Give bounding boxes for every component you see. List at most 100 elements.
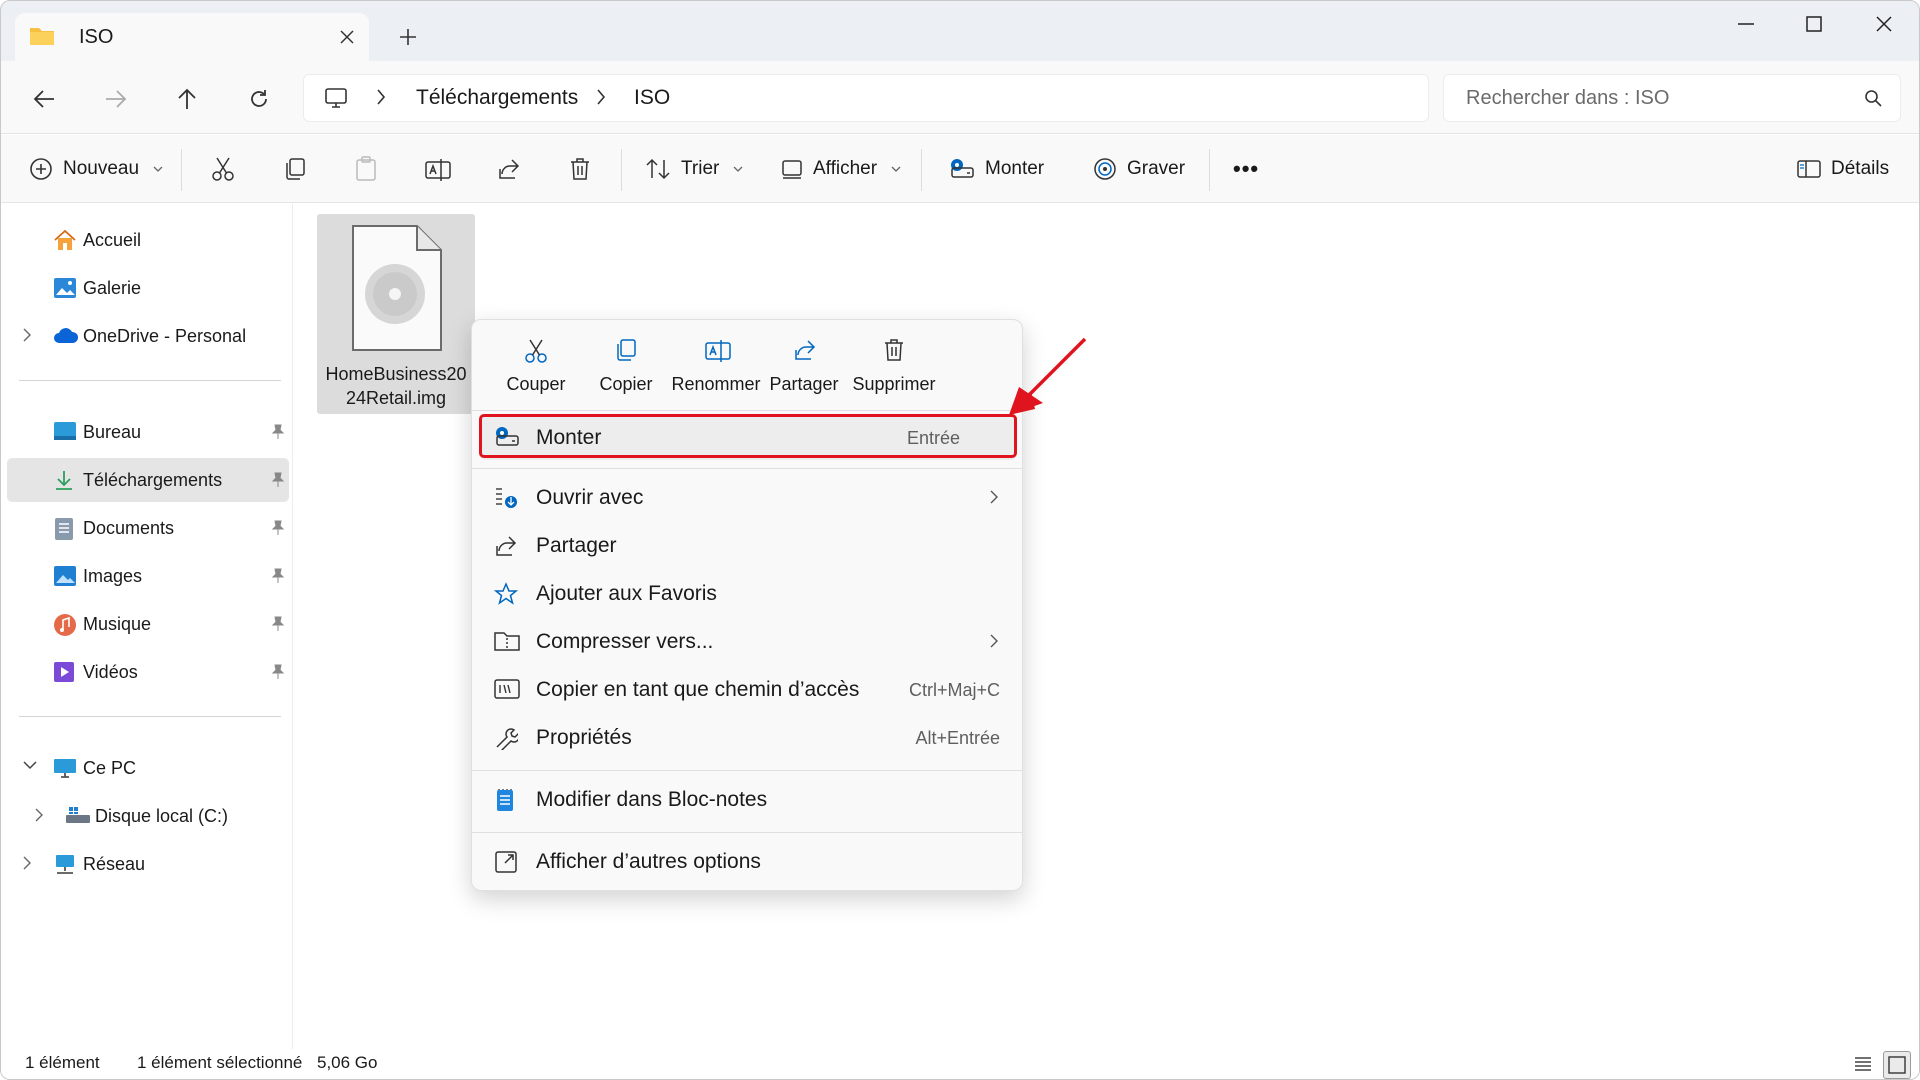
mount-button[interactable]: Monter xyxy=(949,153,1044,185)
menu-item-more-options[interactable]: Afficher d’autres options xyxy=(480,840,1016,884)
breadcrumb-downloads[interactable]: Téléchargements xyxy=(416,86,578,110)
documents-icon xyxy=(53,517,75,541)
menu-item-compress[interactable]: Compresser vers... xyxy=(480,620,1016,664)
add-circle-icon xyxy=(29,157,53,181)
address-row: Téléchargements ISO Rechercher dans : IS… xyxy=(1,61,1919,134)
sidebar-item-local-disk[interactable]: Disque local (C:) xyxy=(7,794,289,838)
sidebar-item-home[interactable]: Accueil xyxy=(7,218,289,262)
menu-item-add-favorites[interactable]: Ajouter aux Favoris xyxy=(480,572,1016,616)
pin-icon[interactable] xyxy=(271,616,285,632)
new-tab-icon[interactable] xyxy=(394,23,422,51)
sidebar-item-videos[interactable]: Vidéos xyxy=(7,650,289,694)
menu-item-label: Compresser vers... xyxy=(536,630,714,653)
minimize-icon[interactable] xyxy=(1711,1,1781,47)
sidebar-item-downloads[interactable]: Téléchargements xyxy=(7,458,289,502)
chevron-down-icon xyxy=(891,166,901,172)
delete-button[interactable] xyxy=(569,153,591,185)
forward-arrow-icon[interactable] xyxy=(100,83,132,115)
tiles-view-icon[interactable] xyxy=(1883,1051,1911,1079)
annotation-arrow-icon xyxy=(1009,337,1087,415)
sidebar-item-this-pc[interactable]: Ce PC xyxy=(7,746,289,790)
maximize-icon[interactable] xyxy=(1779,1,1849,47)
share-button[interactable] xyxy=(497,153,521,185)
chevron-down-icon xyxy=(733,166,743,172)
refresh-icon[interactable] xyxy=(243,83,275,115)
context-cut-button[interactable]: Couper xyxy=(494,338,578,402)
chevron-down-icon[interactable] xyxy=(23,760,37,770)
menu-item-copy-path[interactable]: Copier en tant que chemin d’accès Ctrl+M… xyxy=(480,668,1016,712)
toolbar-divider xyxy=(181,149,182,191)
file-item-selected[interactable]: HomeBusiness20 24Retail.img xyxy=(317,214,475,414)
cut-button[interactable] xyxy=(211,153,235,185)
menu-divider xyxy=(472,832,1022,833)
pin-icon[interactable] xyxy=(271,664,285,680)
scissors-icon xyxy=(211,156,235,182)
pin-icon[interactable] xyxy=(271,568,285,584)
menu-item-properties[interactable]: Propriétés Alt+Entrée xyxy=(480,716,1016,760)
context-rename-button[interactable]: Renommer xyxy=(671,338,761,402)
paste-button[interactable] xyxy=(355,153,377,185)
sidebar-item-onedrive[interactable]: OneDrive - Personal xyxy=(7,314,289,358)
quick-action-label: Copier xyxy=(599,374,653,394)
sort-button[interactable]: Trier xyxy=(645,153,743,185)
context-copy-button[interactable]: Copier xyxy=(584,338,668,402)
context-share-button[interactable]: Partager xyxy=(762,338,846,402)
more-options-button[interactable]: ••• xyxy=(1233,153,1259,185)
list-view-icon[interactable] xyxy=(1853,1055,1873,1073)
sidebar-item-documents[interactable]: Documents xyxy=(7,506,289,550)
sidebar-item-gallery[interactable]: Galerie xyxy=(7,266,289,310)
toolbar-divider xyxy=(1209,149,1210,191)
tab-iso[interactable]: ISO xyxy=(15,13,369,61)
details-button[interactable]: Détails xyxy=(1797,153,1889,185)
sidebar-item-music[interactable]: Musique xyxy=(7,602,289,646)
breadcrumb-iso[interactable]: ISO xyxy=(634,86,670,110)
disc-icon xyxy=(1093,157,1117,181)
menu-item-share[interactable]: Partager xyxy=(480,524,1016,568)
status-bar: 1 élément 1 élément sélectionné 5,06 Go xyxy=(1,1049,1919,1079)
chevron-right-icon[interactable] xyxy=(35,808,43,822)
menu-item-shortcut: Ctrl+Maj+C xyxy=(908,680,1000,700)
paste-icon xyxy=(355,156,377,182)
pin-icon[interactable] xyxy=(271,472,285,488)
back-arrow-icon[interactable] xyxy=(28,83,60,115)
menu-divider xyxy=(472,410,1022,411)
file-name: HomeBusiness20 24Retail.img xyxy=(321,362,471,410)
sort-icon xyxy=(645,158,671,180)
sidebar-item-label: Documents xyxy=(83,518,175,538)
burn-button[interactable]: Graver xyxy=(1093,153,1185,185)
pin-icon[interactable] xyxy=(271,520,285,536)
disc-image-file-icon xyxy=(349,224,445,352)
view-button[interactable]: Afficher xyxy=(781,153,901,185)
copy-button[interactable] xyxy=(283,153,307,185)
quick-action-label: Couper xyxy=(506,374,566,394)
chevron-right-icon[interactable] xyxy=(23,328,31,342)
folder-icon xyxy=(29,25,55,47)
pin-icon[interactable] xyxy=(271,424,285,440)
up-arrow-icon[interactable] xyxy=(171,83,203,115)
chevron-right-icon xyxy=(990,490,998,504)
close-tab-icon[interactable] xyxy=(335,25,359,49)
selected-count: 1 élément sélectionné xyxy=(137,1053,303,1072)
chevron-right-icon[interactable] xyxy=(23,856,31,870)
sidebar-item-desktop[interactable]: Bureau xyxy=(7,410,289,454)
computer-icon xyxy=(324,87,348,109)
menu-item-open-with[interactable]: Ouvrir avec xyxy=(480,476,1016,520)
menu-divider xyxy=(472,770,1022,771)
search-input[interactable]: Rechercher dans : ISO xyxy=(1443,74,1901,122)
selected-size: 5,06 Go xyxy=(317,1053,378,1072)
share-icon xyxy=(793,338,817,362)
mount-drive-icon xyxy=(949,158,975,180)
close-window-icon[interactable] xyxy=(1849,1,1919,47)
address-bar[interactable]: Téléchargements ISO xyxy=(303,74,1429,122)
menu-item-edit-notepad[interactable]: Modifier dans Bloc-notes xyxy=(480,778,1016,822)
chevron-right-icon xyxy=(596,88,606,106)
chevron-right-icon xyxy=(376,88,386,106)
sidebar-item-pictures[interactable]: Images xyxy=(7,554,289,598)
notepad-icon xyxy=(494,788,516,812)
context-delete-button[interactable]: Supprimer xyxy=(852,338,936,402)
new-button[interactable]: Nouveau xyxy=(29,153,163,185)
sidebar-item-network[interactable]: Réseau xyxy=(7,842,289,886)
rename-button[interactable] xyxy=(425,153,451,185)
toolbar-divider xyxy=(921,149,922,191)
command-bar: Nouveau Trier Afficher Monter Graver •••… xyxy=(1,135,1919,203)
